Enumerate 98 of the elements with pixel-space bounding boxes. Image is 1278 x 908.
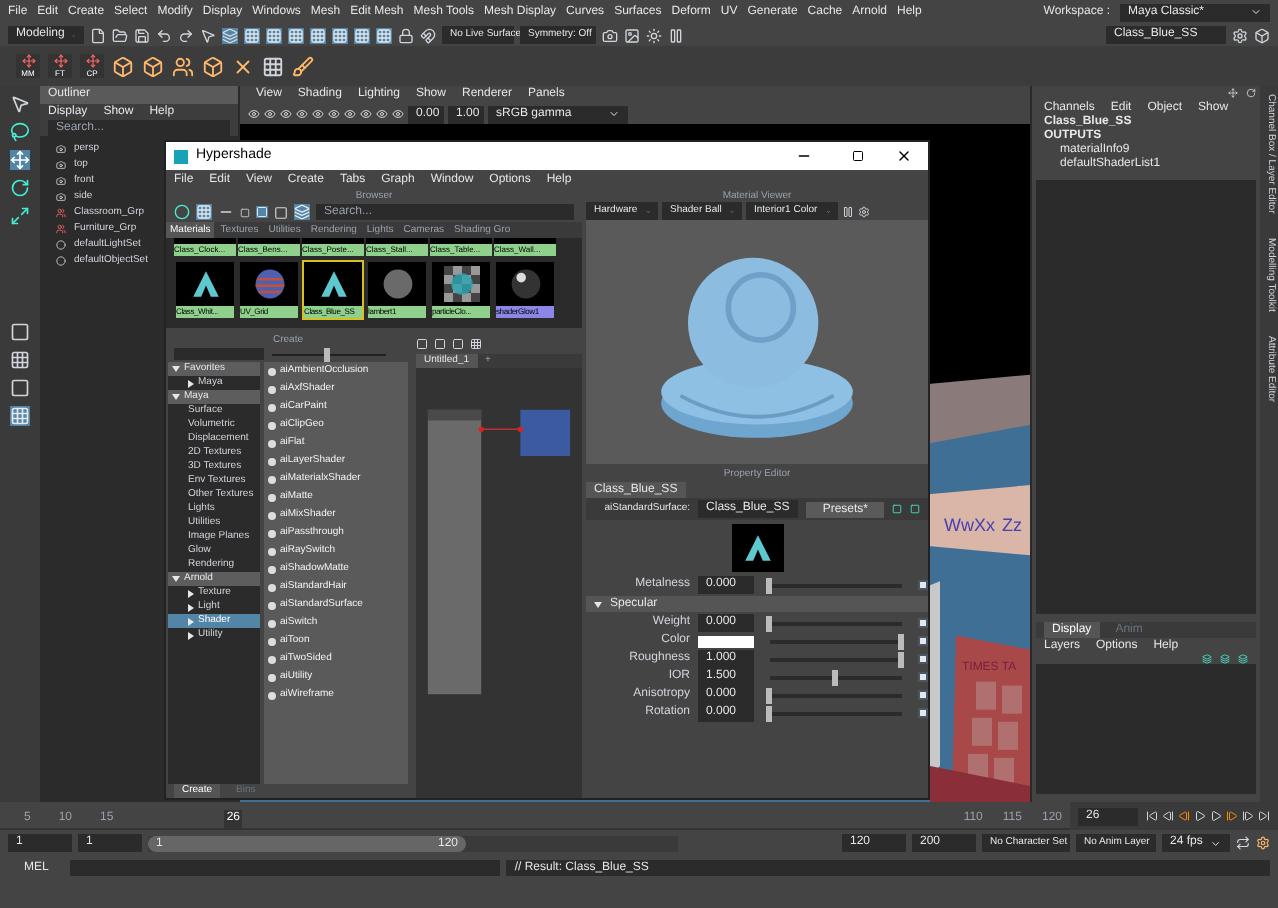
arnold-logo-icon	[317, 268, 349, 300]
cube-icon[interactable]	[142, 55, 164, 77]
camera-icon	[56, 143, 66, 153]
settings-icon[interactable]	[858, 205, 870, 217]
sphere-icon[interactable]	[174, 204, 190, 220]
viewport-tool-icon[interactable]	[312, 108, 324, 120]
play-backward-icon[interactable]	[1194, 810, 1206, 822]
group-icon	[56, 207, 66, 217]
step-back-key-icon[interactable]	[1178, 810, 1190, 822]
magnet-icon[interactable]	[420, 27, 436, 43]
checker-sphere-icon	[443, 266, 479, 302]
viewport-tool-icon[interactable]	[264, 108, 276, 120]
layout-icon[interactable]	[10, 322, 30, 342]
caret-icon	[1210, 837, 1222, 849]
filter-field[interactable]	[174, 348, 264, 360]
circle-icon	[56, 239, 66, 249]
viewport-tool-icon[interactable]	[328, 108, 340, 120]
layer-icon[interactable]	[1202, 654, 1212, 664]
move-tool-icon[interactable]	[10, 150, 30, 170]
arnold-logo-icon	[189, 268, 221, 300]
poster-text: Zz	[1002, 515, 1022, 536]
group-icon[interactable]	[172, 55, 194, 77]
poster-text: WwXx	[944, 515, 995, 536]
group-icon	[56, 223, 66, 233]
camera-icon	[56, 191, 66, 201]
sort-icon[interactable]	[294, 204, 310, 220]
slider-thumb[interactable]	[898, 651, 904, 667]
new-file-icon[interactable]	[90, 27, 106, 43]
layer-icon[interactable]	[1238, 654, 1248, 664]
camera-icon	[56, 175, 66, 185]
arnold-logo-icon	[741, 532, 773, 564]
undo-icon[interactable]	[156, 27, 172, 43]
step-forward-icon[interactable]	[1242, 810, 1254, 822]
command-input[interactable]	[70, 860, 501, 876]
viewport-tool-icon[interactable]	[360, 108, 372, 120]
pause-icon[interactable]	[842, 205, 854, 217]
viewport-tool-icon[interactable]	[248, 108, 260, 120]
folder-icon[interactable]	[112, 27, 128, 43]
slider-thumb[interactable]	[832, 669, 838, 685]
axis-icon[interactable]	[1228, 86, 1238, 100]
slider-thumb[interactable]	[898, 633, 904, 649]
render-icon[interactable]	[602, 27, 618, 43]
slider-thumb[interactable]	[766, 687, 772, 703]
redo-icon[interactable]	[178, 27, 194, 43]
cube-icon[interactable]	[202, 55, 224, 77]
medium-icon[interactable]	[256, 206, 268, 218]
maximize-icon[interactable]	[852, 150, 864, 162]
lasso-icon[interactable]	[10, 122, 30, 142]
render-view-icon[interactable]	[624, 27, 640, 43]
scale-tool-icon[interactable]	[10, 206, 30, 226]
camera-icon	[56, 159, 66, 169]
striped-sphere-icon	[253, 268, 285, 300]
layout-icon[interactable]	[10, 378, 30, 398]
caret-icon	[608, 108, 620, 120]
view-icon[interactable]	[196, 204, 212, 220]
small-icon[interactable]	[240, 207, 250, 217]
play-icon[interactable]	[1210, 810, 1222, 822]
layers-icon[interactable]	[222, 27, 238, 43]
layout-icon[interactable]	[470, 338, 482, 350]
pause-icon[interactable]	[668, 27, 684, 43]
lock-icon[interactable]	[398, 27, 414, 43]
rotate-tool-icon[interactable]	[10, 178, 30, 198]
caret-icon	[1250, 6, 1262, 18]
glossy-sphere-icon	[509, 268, 541, 300]
circle-icon	[56, 255, 66, 265]
select-icon[interactable]	[200, 27, 216, 43]
go-to-start-icon[interactable]	[1146, 810, 1158, 822]
viewport-tool-icon[interactable]	[344, 108, 356, 120]
step-back-icon[interactable]	[1162, 810, 1174, 822]
settings-icon[interactable]	[1232, 27, 1248, 43]
viewport-tool-icon[interactable]	[280, 108, 292, 120]
cube-icon[interactable]	[112, 55, 134, 77]
slider-thumb[interactable]	[766, 705, 772, 721]
step-forward-key-icon[interactable]	[1226, 810, 1238, 822]
map-button-icon[interactable]	[918, 580, 928, 590]
slider-thumb[interactable]	[766, 615, 772, 631]
close-icon[interactable]	[896, 148, 912, 164]
settings-icon[interactable]	[1256, 836, 1270, 850]
layer-icon[interactable]	[1220, 654, 1230, 664]
large-icon[interactable]	[274, 205, 288, 219]
viewport-tool-icon[interactable]	[296, 108, 308, 120]
brush-icon[interactable]	[292, 55, 314, 77]
rotate-icon[interactable]	[1246, 86, 1256, 100]
grid-icon[interactable]	[262, 55, 284, 77]
loop-icon[interactable]	[1236, 836, 1250, 850]
viewport-tool-icon[interactable]	[392, 108, 404, 120]
size-slider-thumb[interactable]	[323, 347, 330, 361]
poster-grid-drawing	[968, 681, 1022, 786]
sphere-icon	[381, 268, 413, 300]
select-tool-icon[interactable]	[10, 94, 30, 114]
save-icon[interactable]	[134, 27, 150, 43]
layout-icon[interactable]	[10, 350, 30, 370]
close-icon[interactable]	[232, 55, 254, 77]
color-swatch[interactable]	[698, 635, 754, 647]
go-to-end-icon[interactable]	[1258, 810, 1270, 822]
slider-thumb[interactable]	[766, 577, 772, 593]
viewport-tool-icon[interactable]	[376, 108, 388, 120]
app-logo-icon	[174, 149, 188, 163]
